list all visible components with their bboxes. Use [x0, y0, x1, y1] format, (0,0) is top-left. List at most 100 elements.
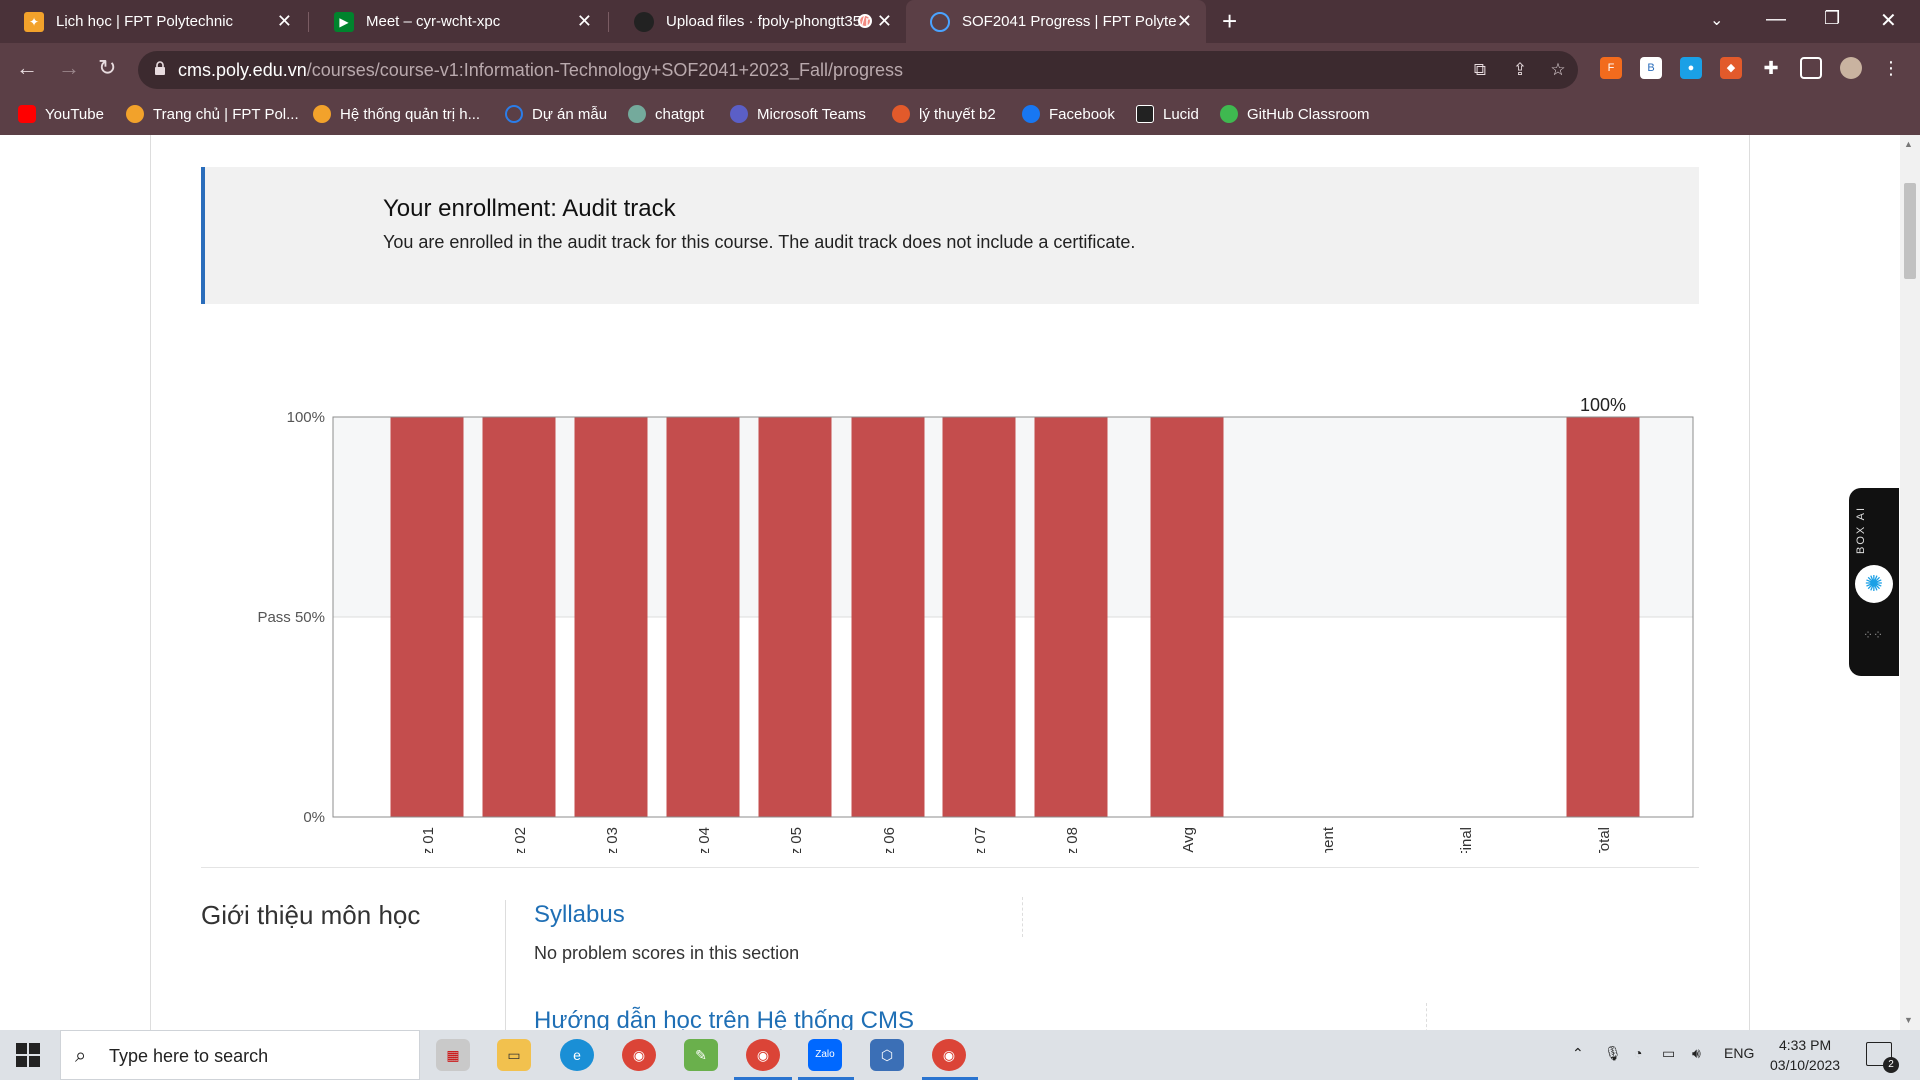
browser-toolbar: ← → ↻ cms.poly.edu.vn/courses/course-v1:…	[0, 43, 1920, 97]
edge-icon[interactable]: e	[560, 1039, 594, 1071]
profile-avatar[interactable]	[1840, 57, 1862, 79]
bookmark-facebook[interactable]: Facebook	[1022, 105, 1115, 123]
fpt-icon	[313, 105, 331, 123]
forward-arrow-icon[interactable]: →	[58, 55, 80, 81]
x-tick-label: Quiz 08	[1064, 827, 1081, 853]
subsection-link-syllabus[interactable]: Syllabus	[534, 901, 625, 929]
bookmark-du-an-mau[interactable]: Dự án mẫu	[505, 105, 607, 123]
wifi-icon[interactable]: ◔	[1634, 1045, 1642, 1061]
language-indicator[interactable]: ENG	[1724, 1045, 1754, 1061]
github-classroom-icon	[1220, 105, 1238, 123]
back-arrow-icon[interactable]: ←	[16, 55, 38, 81]
close-tab-icon[interactable]: ✕	[877, 10, 892, 32]
file-explorer-icon[interactable]: ▭	[497, 1039, 531, 1071]
new-tab-button[interactable]: +	[1222, 6, 1237, 36]
x-tick-label: Quiz 07	[972, 827, 989, 853]
lock-icon	[155, 61, 165, 75]
zalo-icon[interactable]: Zalo	[808, 1039, 842, 1071]
share-icon[interactable]: ⇪	[1510, 60, 1530, 80]
x-tick-label: Quiz 06	[881, 827, 898, 853]
search-icon: ⌕	[75, 1045, 87, 1067]
translate-icon[interactable]: ⧉	[1470, 60, 1490, 80]
fox-extension-icon[interactable]: ◆	[1720, 57, 1742, 79]
tab-search-chevron-icon[interactable]: ⌄	[1710, 10, 1723, 30]
chrome-profile-icon[interactable]: ◉	[746, 1039, 780, 1071]
chrome-icon[interactable]: ◉	[622, 1039, 656, 1071]
reload-icon[interactable]: ↻	[98, 55, 116, 81]
fpt-extension-icon[interactable]: F	[1600, 57, 1622, 79]
meet-icon: ▶	[334, 11, 354, 32]
bookmark-github-classroom[interactable]: GitHub Classroom	[1220, 105, 1370, 123]
bookmark-trang-chu[interactable]: Trang chủ | FPT Pol...	[126, 105, 299, 123]
clock-date: 03/10/2023	[1770, 1057, 1841, 1073]
grade-bar	[1566, 417, 1640, 817]
battery-icon[interactable]: ▭	[1662, 1045, 1675, 1062]
volume-icon[interactable]: 🔊︎	[1692, 1045, 1701, 1062]
address-bar[interactable]: cms.poly.edu.vn/courses/course-v1:Inform…	[138, 51, 1578, 89]
bookmark-chatgpt[interactable]: chatgpt	[628, 105, 704, 123]
grade-bar	[942, 417, 1016, 817]
minimize-button[interactable]: —	[1766, 8, 1786, 31]
bookmark-lucid[interactable]: Lucid	[1136, 105, 1199, 123]
chrome-profile-icon[interactable]: ◉	[932, 1039, 966, 1071]
tab-lich-hoc[interactable]: ✦ Lịch học | FPT Polytechnic ✕	[0, 0, 306, 43]
x-tick-label: Quiz 01	[420, 827, 437, 853]
scroll-down-icon[interactable]: ▼	[1904, 1015, 1913, 1025]
tab-title: Meet – cyr-wcht-xpc	[366, 13, 501, 30]
content-border	[1749, 135, 1750, 1030]
page-scrollbar[interactable]: ▲ ▼	[1900, 135, 1920, 1030]
microphone-icon[interactable]: 🎙︎	[1604, 1045, 1622, 1062]
enrollment-title: Your enrollment: Audit track	[383, 195, 676, 222]
windows-start-icon[interactable]	[16, 1043, 40, 1067]
close-tab-icon[interactable]: ✕	[577, 10, 592, 32]
url-path: /courses/course-v1:Information-Technolog…	[306, 60, 904, 80]
bookmark-ly-thuyet[interactable]: lý thuyết b2	[892, 105, 996, 123]
bookmark-label: Dự án mẫu	[532, 105, 608, 123]
menu-kebab-icon[interactable]: ⋮	[1880, 57, 1902, 79]
virtualbox-icon[interactable]: ⬡	[870, 1039, 904, 1071]
close-window-button[interactable]: ✕	[1880, 8, 1897, 33]
scroll-up-icon[interactable]: ▲	[1904, 139, 1913, 149]
grade-bar	[666, 417, 740, 817]
tray-chevron-up-icon[interactable]: ⌃	[1572, 1045, 1584, 1062]
close-tab-icon[interactable]: ✕	[1177, 10, 1192, 32]
url-domain: cms.poly.edu.vn	[178, 60, 307, 80]
grade-bar	[482, 417, 556, 817]
x-tick-label: Quiz 03	[604, 827, 621, 853]
bookmark-youtube[interactable]: YouTube	[18, 105, 104, 123]
github-icon	[634, 11, 654, 32]
taskbar-search[interactable]: ⌕ Type here to search	[60, 1030, 420, 1080]
bookmarks-bar: YouTube Trang chủ | FPT Pol... Hệ thống …	[0, 97, 1920, 135]
system-clock[interactable]: 4:33 PM 03/10/2023	[1770, 1035, 1840, 1075]
subsection-link-cms-guide[interactable]: Hướng dẫn học trên Hệ thống CMS	[534, 1007, 914, 1030]
bookmark-star-icon[interactable]: ☆	[1548, 60, 1568, 80]
extensions-puzzle-icon[interactable]: ✚	[1760, 57, 1782, 79]
grade-bar	[1034, 417, 1108, 817]
box-ai-widget[interactable]: BOX AI ✺ ⁘⁘	[1849, 488, 1899, 676]
fpt-icon	[126, 105, 144, 123]
grade-chart: Quiz 01 Quiz 02 Quiz 03 Quiz 04 Quiz 05 Quiz …	[201, 313, 1721, 905]
grade-bar	[574, 417, 648, 817]
restore-button[interactable]: ❐	[1824, 8, 1840, 29]
tab-sof2041-progress[interactable]: SOF2041 Progress | FPT Polytech ✕	[906, 0, 1206, 43]
tab-meet[interactable]: ▶ Meet – cyr-wcht-xpc ✕	[310, 0, 872, 43]
bookmark-label: chatgpt	[655, 105, 705, 123]
notification-icon[interactable]: 2	[1866, 1042, 1899, 1073]
news-app-icon[interactable]: ▦	[436, 1039, 470, 1071]
section-separator	[505, 900, 506, 1030]
page-viewport: Your enrollment: Audit track You are enr…	[0, 135, 1920, 1030]
bookmark-teams[interactable]: Microsoft Teams	[730, 105, 866, 123]
app-icon[interactable]: ✎	[684, 1039, 718, 1071]
side-panel-icon[interactable]	[1800, 57, 1822, 79]
browser-tab-strip: ✦ Lịch học | FPT Polytechnic ✕ ▶ Meet – …	[0, 0, 1920, 43]
tab-github-upload[interactable]: Upload files · fpoly-phongtt35/r ✕	[610, 0, 906, 43]
search-placeholder: Type here to search	[109, 1046, 269, 1066]
bookmark-label: lý thuyết b2	[919, 105, 996, 123]
content-border	[150, 135, 151, 1030]
enrollment-description: You are enrolled in the audit track for …	[383, 232, 1136, 252]
close-tab-icon[interactable]: ✕	[277, 10, 292, 32]
b-extension-icon[interactable]: B	[1640, 57, 1662, 79]
scrollbar-thumb[interactable]	[1904, 183, 1916, 279]
bookmark-he-thong[interactable]: Hệ thống quản trị h...	[313, 105, 480, 123]
drop-extension-icon[interactable]: ●	[1680, 57, 1702, 79]
